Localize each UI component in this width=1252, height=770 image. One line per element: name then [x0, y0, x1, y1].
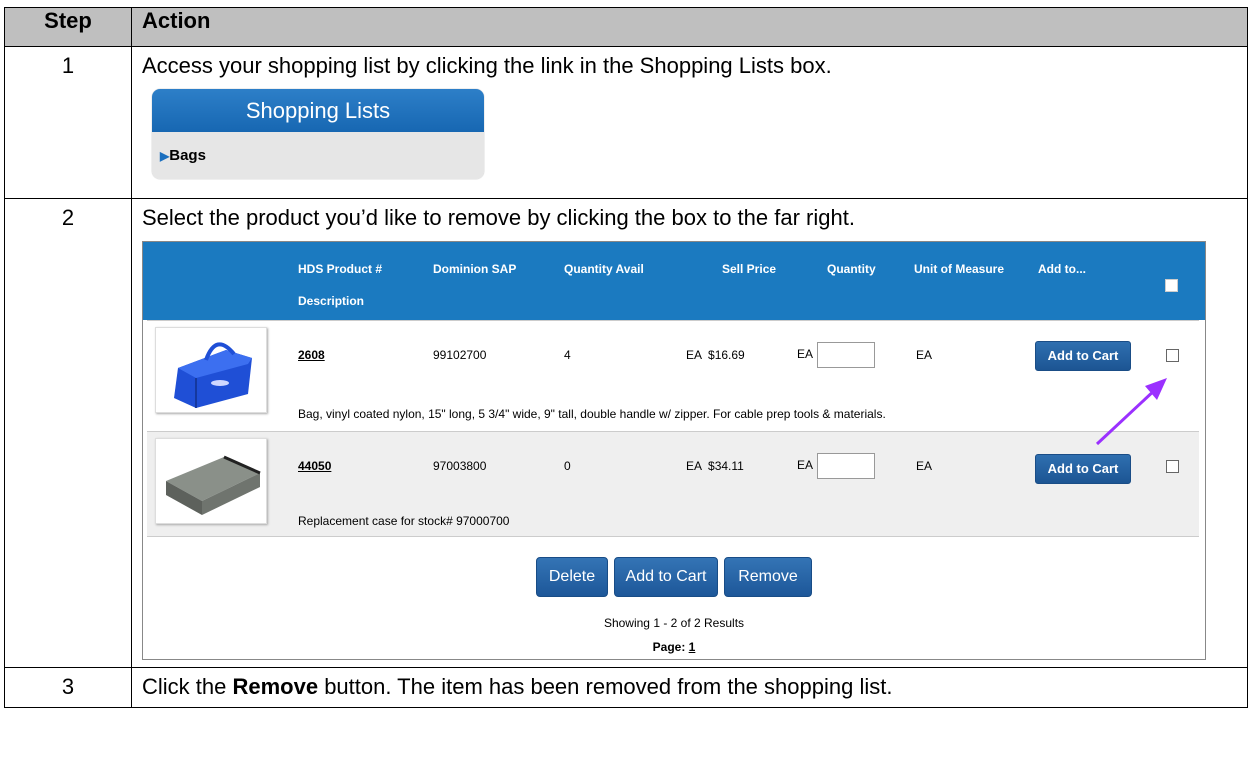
row-select-checkbox[interactable]	[1166, 349, 1179, 362]
col-sell-price: Sell Price	[722, 262, 777, 276]
col-hds-product: HDS Product #	[298, 262, 383, 276]
step-text: Select the product you’d like to remove …	[142, 205, 855, 230]
step-number: 2	[4, 198, 132, 668]
document-page: Step Action 1 Access your shopping list …	[0, 0, 1252, 770]
sell-price: EA $16.69	[686, 348, 745, 362]
product-description: Replacement case for stock# 97000700	[298, 514, 510, 528]
quantity-unit: EA	[797, 347, 814, 362]
step-number: 1	[4, 46, 132, 199]
col-description: Description	[298, 294, 365, 308]
add-to-cart-button[interactable]: Add to Cart	[1035, 341, 1131, 371]
sap-number: 99102700	[433, 348, 487, 362]
quantity-input[interactable]	[817, 453, 876, 479]
step-text-bold: Remove	[232, 674, 319, 699]
triangle-right-icon: ▶	[160, 149, 170, 163]
row-select-checkbox[interactable]	[1166, 460, 1179, 473]
col-dominion-sap: Dominion SAP	[433, 262, 517, 276]
step-action: Access your shopping list by clicking th…	[131, 46, 1248, 199]
quantity-cell: EA	[797, 453, 876, 479]
table-row: 2608 99102700 4 EA $16.69 EA EA Add to C…	[147, 320, 1199, 432]
col-quantity: Quantity	[827, 262, 876, 276]
step-text-part: Click the	[142, 674, 233, 699]
product-table-header: HDS Product # Description Dominion SAP Q…	[143, 242, 1205, 320]
action-column-header: Action	[131, 7, 1248, 47]
product-description: Bag, vinyl coated nylon, 15" long, 5 3/4…	[298, 407, 886, 421]
quantity-input[interactable]	[817, 342, 876, 368]
steps-table: Step Action 1 Access your shopping list …	[4, 7, 1248, 708]
step-action: Select the product you’d like to remove …	[131, 198, 1248, 668]
col-quantity-avail: Quantity Avail	[564, 262, 644, 276]
shopping-list-link-bags[interactable]: ▶Bags	[152, 132, 484, 179]
quantity-unit: EA	[797, 458, 814, 473]
sap-number: 97003800	[433, 459, 487, 473]
shopping-list-screenshot: HDS Product # Description Dominion SAP Q…	[142, 241, 1206, 660]
add-to-cart-button[interactable]: Add to Cart	[1035, 454, 1131, 484]
step-action: Click the Remove button. The item has be…	[131, 667, 1248, 708]
table-row: 44050 97003800 0 EA $34.11 EA EA Add to …	[147, 431, 1199, 537]
step-column-header: Step	[4, 7, 132, 47]
shopping-lists-box: Shopping Lists ▶Bags	[152, 89, 484, 179]
step-text-part: button. The item has been removed from t…	[318, 674, 893, 699]
select-all-checkbox[interactable]	[1165, 279, 1178, 292]
product-image-gray-case	[155, 438, 267, 524]
page-link-1[interactable]: 1	[689, 640, 696, 654]
product-link[interactable]: 2608	[298, 348, 325, 362]
quantity-cell: EA	[797, 342, 876, 368]
step-text: Click the Remove button. The item has be…	[142, 674, 1247, 700]
unit-of-measure: EA	[916, 348, 933, 362]
delete-button[interactable]: Delete	[536, 557, 608, 597]
pagination: Page: 1	[143, 640, 1205, 654]
remove-button[interactable]: Remove	[724, 557, 812, 597]
sell-price: EA $34.11	[686, 459, 744, 473]
pointer-arrow-icon	[1095, 378, 1167, 446]
step-number: 3	[4, 667, 132, 708]
shopping-lists-title: Shopping Lists	[152, 89, 484, 132]
quantity-available: 0	[564, 459, 571, 473]
product-link[interactable]: 44050	[298, 459, 331, 473]
step-text: Access your shopping list by clicking th…	[142, 53, 832, 78]
unit-of-measure: EA	[916, 459, 933, 473]
col-add-to: Add to...	[1038, 262, 1086, 276]
quantity-available: 4	[564, 348, 571, 362]
product-image-blue-bag	[155, 327, 267, 413]
col-unit-of-measure: Unit of Measure	[914, 262, 1005, 276]
add-to-cart-bulk-button[interactable]: Add to Cart	[614, 557, 718, 597]
page-label: Page:	[652, 640, 686, 654]
shopping-list-item-label: Bags	[169, 147, 206, 164]
results-count: Showing 1 - 2 of 2 Results	[603, 616, 745, 630]
